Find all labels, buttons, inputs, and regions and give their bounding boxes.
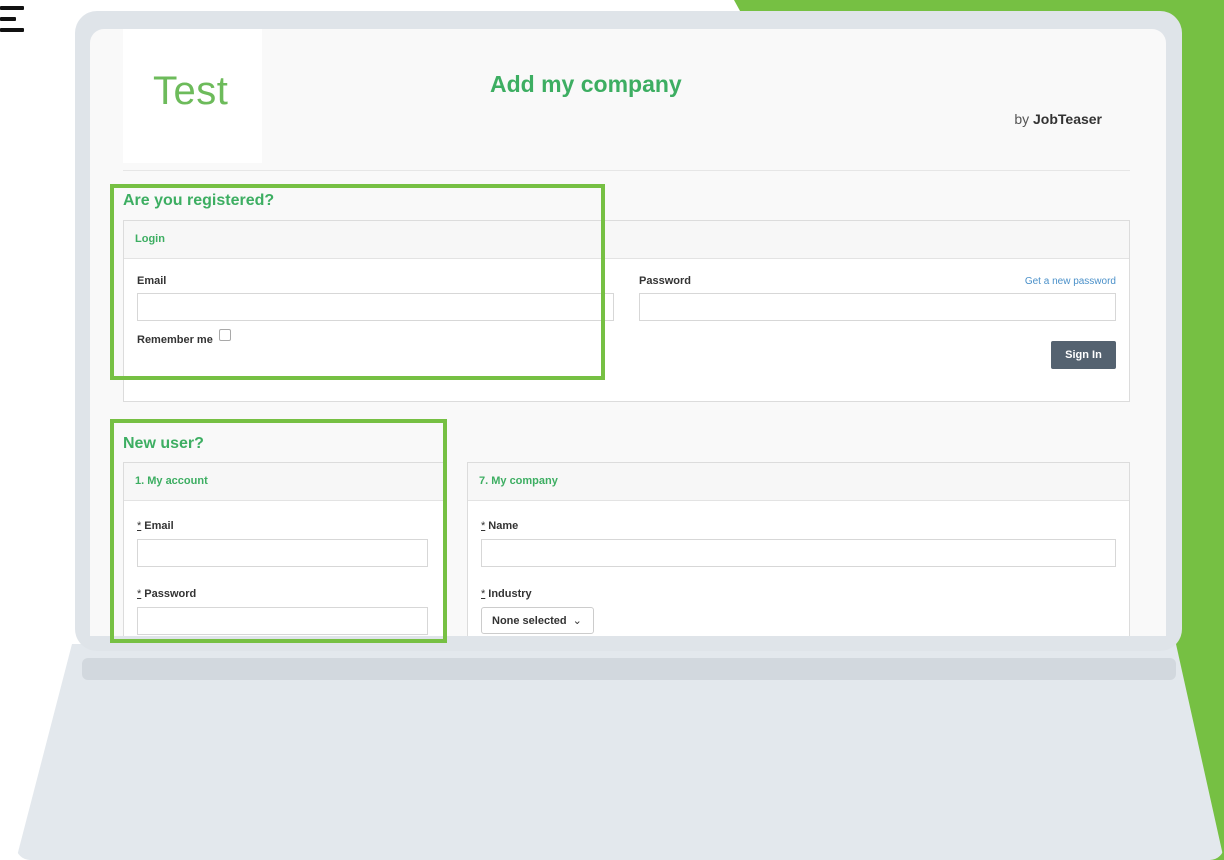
page-title: Add my company bbox=[490, 71, 682, 97]
byline-prefix: by bbox=[1014, 111, 1030, 127]
login-password-label: Password bbox=[639, 275, 691, 287]
laptop-screen: Test Add my company by JobTeaser Are you… bbox=[90, 29, 1166, 636]
login-section-heading: Are you registered? bbox=[123, 192, 275, 209]
my-company-panel: 7. My company * Name * Industry None selec… bbox=[467, 462, 1130, 636]
signup-section-heading: New user? bbox=[123, 435, 204, 452]
menu-icon bbox=[0, 6, 24, 32]
required-mark: * bbox=[137, 520, 142, 532]
my-company-panel-title: 7. My company bbox=[468, 463, 1129, 501]
my-account-panel-title: 1. My account bbox=[124, 463, 443, 501]
account-email-label-text: Email bbox=[144, 520, 174, 532]
login-panel-title: Login bbox=[124, 221, 1129, 259]
laptop-base-groove bbox=[82, 658, 1176, 680]
login-password-input[interactable] bbox=[639, 293, 1116, 321]
account-email-label: * Email bbox=[137, 520, 174, 532]
login-panel: Login Email Password Get a new password … bbox=[123, 220, 1130, 402]
byline: by JobTeaser bbox=[990, 111, 1102, 127]
account-password-input[interactable] bbox=[137, 607, 428, 635]
remember-me-checkbox[interactable] bbox=[219, 329, 231, 341]
company-name-label-text: Name bbox=[488, 520, 519, 532]
header-divider bbox=[123, 170, 1130, 171]
brand-name: JobTeaser bbox=[1033, 111, 1102, 127]
account-password-label-text: Password bbox=[144, 588, 197, 600]
company-name-input[interactable] bbox=[481, 539, 1116, 567]
account-email-input[interactable] bbox=[137, 539, 428, 567]
industry-select-value: None selected bbox=[492, 615, 567, 627]
login-email-label: Email bbox=[137, 275, 167, 287]
industry-label-text: Industry bbox=[488, 588, 532, 600]
get-new-password-link[interactable]: Get a new password bbox=[964, 276, 1116, 287]
industry-select[interactable]: None selected ⌄ bbox=[481, 607, 594, 634]
company-name-label: * Name bbox=[481, 520, 518, 532]
chevron-down-icon: ⌄ bbox=[572, 615, 582, 627]
required-mark: * bbox=[137, 588, 142, 600]
remember-me-label: Remember me bbox=[137, 334, 213, 346]
industry-label: * Industry bbox=[481, 588, 532, 600]
my-account-panel: 1. My account * Email * Password bbox=[123, 462, 444, 636]
required-mark: * bbox=[481, 520, 486, 532]
sign-in-button[interactable]: Sign In bbox=[1051, 341, 1116, 369]
logo-text: Test bbox=[153, 69, 229, 113]
account-password-label: * Password bbox=[137, 588, 196, 600]
login-email-input[interactable] bbox=[137, 293, 614, 321]
company-logo: Test bbox=[123, 29, 262, 163]
required-mark: * bbox=[481, 588, 486, 600]
